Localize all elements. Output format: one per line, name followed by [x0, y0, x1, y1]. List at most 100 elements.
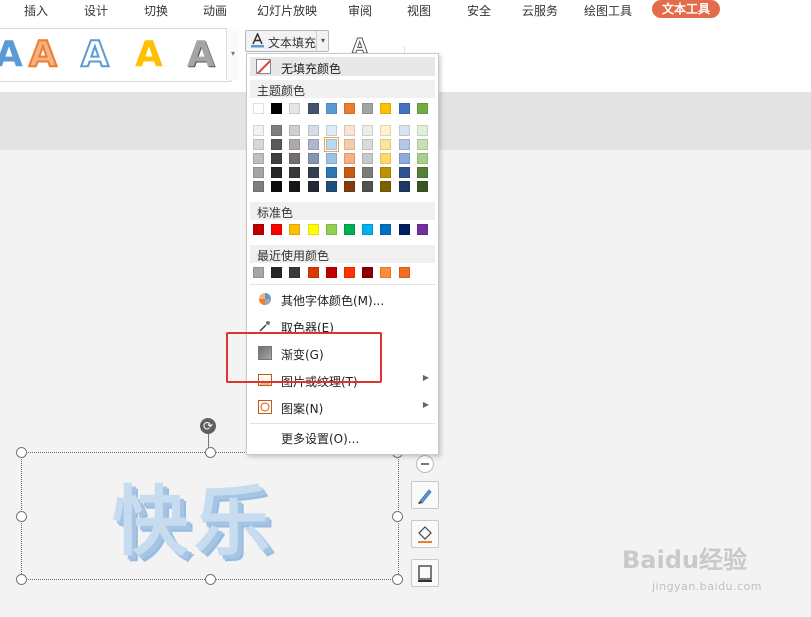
standard-color-swatch[interactable]: [271, 224, 283, 235]
theme-color-swatch[interactable]: [271, 103, 283, 114]
theme-shade-swatch[interactable]: [289, 125, 301, 136]
theme-shade-swatch[interactable]: [416, 125, 428, 136]
theme-shade-swatch[interactable]: [416, 153, 428, 164]
theme-color-swatch[interactable]: [344, 103, 355, 114]
theme-shade-swatch[interactable]: [253, 139, 264, 150]
theme-shade-swatch[interactable]: [344, 153, 355, 164]
theme-shade-swatch[interactable]: [416, 167, 428, 178]
theme-shade-swatch[interactable]: [325, 125, 337, 136]
theme-shade-swatch[interactable]: [398, 167, 410, 178]
collapse-icon[interactable]: [416, 455, 434, 473]
shape-fill-button[interactable]: [411, 520, 439, 548]
theme-shade-swatch[interactable]: [253, 167, 264, 178]
menu-view[interactable]: 视图: [407, 2, 431, 19]
theme-shade-swatch[interactable]: [323, 137, 339, 152]
text-style-gray[interactable]: A: [187, 34, 215, 75]
standard-color-swatch[interactable]: [325, 224, 337, 235]
resize-handle-bottom-left[interactable]: [16, 574, 27, 585]
menu-slideshow[interactable]: 幻灯片放映: [257, 2, 317, 19]
standard-color-swatch[interactable]: [398, 224, 410, 235]
theme-shade-swatch[interactable]: [380, 153, 392, 164]
more-settings-item[interactable]: 更多设置(O)...: [250, 426, 435, 450]
theme-shade-swatch[interactable]: [362, 181, 374, 192]
theme-shade-swatch[interactable]: [289, 181, 301, 192]
wordart-text[interactable]: 快乐: [112, 460, 276, 570]
text-style-blue[interactable]: A: [0, 34, 23, 75]
recent-color-swatch[interactable]: [380, 267, 392, 278]
standard-color-swatch[interactable]: [253, 224, 264, 235]
menu-security[interactable]: 安全: [467, 2, 491, 19]
theme-color-swatch[interactable]: [362, 103, 374, 114]
theme-shade-swatch[interactable]: [253, 181, 264, 192]
resize-handle-bottom[interactable]: [205, 574, 216, 585]
theme-shade-swatch[interactable]: [271, 139, 283, 150]
resize-handle-left[interactable]: [16, 511, 27, 522]
theme-shade-swatch[interactable]: [307, 181, 319, 192]
menu-cloud-service[interactable]: 云服务: [522, 2, 558, 19]
theme-color-swatch[interactable]: [380, 103, 392, 114]
standard-color-swatch[interactable]: [289, 224, 301, 235]
recent-color-swatch[interactable]: [344, 267, 355, 278]
theme-shade-swatch[interactable]: [344, 125, 355, 136]
theme-shade-swatch[interactable]: [325, 167, 337, 178]
theme-shade-swatch[interactable]: [253, 125, 264, 136]
menu-transition[interactable]: 切换: [144, 2, 168, 19]
theme-shade-swatch[interactable]: [344, 167, 355, 178]
menu-text-tools[interactable]: 文本工具: [652, 0, 721, 18]
recent-color-swatch[interactable]: [253, 267, 264, 278]
more-font-colors-item[interactable]: 其他字体颜色(M)...: [250, 288, 435, 312]
menu-insert[interactable]: 插入: [24, 2, 48, 19]
chevron-down-icon[interactable]: ▾: [316, 31, 329, 51]
theme-shade-swatch[interactable]: [307, 139, 319, 150]
standard-color-swatch[interactable]: [416, 224, 428, 235]
pattern-item[interactable]: 图案(N) ▶: [250, 396, 435, 420]
theme-shade-swatch[interactable]: [362, 153, 374, 164]
theme-shade-swatch[interactable]: [362, 139, 374, 150]
theme-shade-swatch[interactable]: [344, 181, 355, 192]
resize-handle-right[interactable]: [392, 511, 403, 522]
text-style-orange-outline[interactable]: A: [28, 33, 58, 76]
standard-color-swatch[interactable]: [344, 224, 355, 235]
theme-shade-swatch[interactable]: [307, 153, 319, 164]
menu-review[interactable]: 审阅: [348, 2, 372, 19]
recent-color-swatch[interactable]: [307, 267, 319, 278]
theme-shade-swatch[interactable]: [253, 153, 264, 164]
theme-shade-swatch[interactable]: [307, 125, 319, 136]
resize-handle-bottom-right[interactable]: [392, 574, 403, 585]
theme-shade-swatch[interactable]: [362, 167, 374, 178]
recent-color-swatch[interactable]: [398, 267, 410, 278]
theme-shade-swatch[interactable]: [398, 139, 410, 150]
recent-color-swatch[interactable]: [362, 267, 374, 278]
theme-shade-swatch[interactable]: [271, 167, 283, 178]
theme-shade-swatch[interactable]: [325, 181, 337, 192]
theme-shade-swatch[interactable]: [289, 167, 301, 178]
theme-color-swatch[interactable]: [416, 103, 428, 114]
theme-color-swatch[interactable]: [325, 103, 337, 114]
menu-animation[interactable]: 动画: [203, 2, 227, 19]
theme-shade-swatch[interactable]: [271, 181, 283, 192]
gallery-more-button[interactable]: ▾: [226, 28, 239, 80]
recent-color-swatch[interactable]: [325, 267, 337, 278]
theme-shade-swatch[interactable]: [380, 181, 392, 192]
theme-shade-swatch[interactable]: [380, 167, 392, 178]
theme-shade-swatch[interactable]: [344, 139, 355, 150]
standard-color-swatch[interactable]: [380, 224, 392, 235]
resize-handle-top-left[interactable]: [16, 447, 27, 458]
theme-color-swatch[interactable]: [289, 103, 301, 114]
standard-color-swatch[interactable]: [307, 224, 319, 235]
theme-shade-swatch[interactable]: [362, 125, 374, 136]
theme-shade-swatch[interactable]: [307, 167, 319, 178]
theme-shade-swatch[interactable]: [398, 181, 410, 192]
resize-handle-top[interactable]: [205, 447, 216, 458]
theme-shade-swatch[interactable]: [398, 125, 410, 136]
theme-color-swatch[interactable]: [307, 103, 319, 114]
theme-color-swatch[interactable]: [253, 103, 264, 114]
no-fill-option[interactable]: 无填充颜色: [250, 57, 435, 76]
recent-color-swatch[interactable]: [271, 267, 283, 278]
recent-color-swatch[interactable]: [289, 267, 301, 278]
shape-outline-button[interactable]: [411, 559, 439, 587]
standard-color-swatch[interactable]: [362, 224, 374, 235]
theme-shade-swatch[interactable]: [416, 139, 428, 150]
menu-design[interactable]: 设计: [84, 2, 108, 19]
theme-shade-swatch[interactable]: [398, 153, 410, 164]
